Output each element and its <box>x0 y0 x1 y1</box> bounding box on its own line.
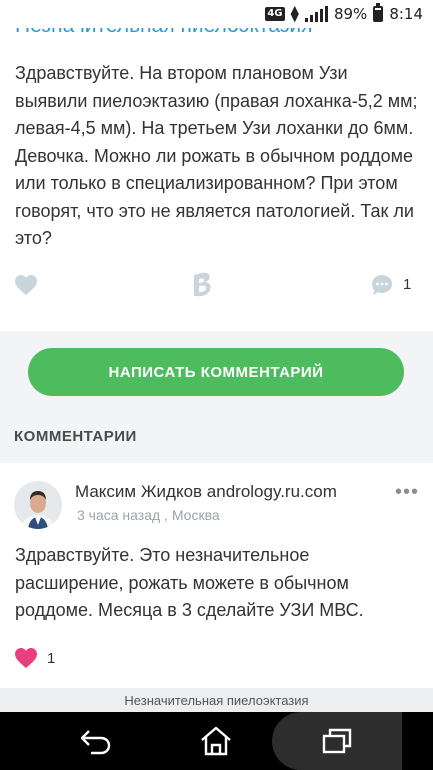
home-icon[interactable] <box>186 712 246 770</box>
back-icon[interactable] <box>66 712 126 770</box>
comment-author[interactable]: Максим Жидков andrology.ru.com <box>75 482 337 502</box>
comment-action-band: НАПИСАТЬ КОММЕНТАРИЙ КОММЕНТАРИИ <box>0 331 433 463</box>
heart-icon[interactable] <box>14 274 38 301</box>
post-body: Здравствуйте. На втором плановом Узи выя… <box>15 63 418 248</box>
like-count: 1 <box>47 650 56 667</box>
b-logo-icon[interactable] <box>190 272 214 303</box>
write-comment-button[interactable]: НАПИСАТЬ КОММЕНТАРИЙ <box>28 348 404 396</box>
status-bar: 4G ▲ ▼ 89% 8:14 <box>0 0 433 28</box>
data-activity-icon: ▲ ▼ <box>290 3 299 24</box>
clock: 8:14 <box>389 5 423 23</box>
network-type: 4G <box>265 7 285 21</box>
post-actions: 1 <box>0 266 433 306</box>
comment-card: Максим Жидков andrology.ru.com 3 часа на… <box>0 463 433 688</box>
signal-icon <box>304 6 328 22</box>
battery-percent: 89% <box>333 5 368 23</box>
comment-meta: 3 часа назад , Москва <box>77 507 220 523</box>
more-options-icon[interactable]: ••• <box>395 481 419 504</box>
page-caption: Незначительная пиелоэктазия <box>0 688 433 712</box>
comment-text: Здравствуйте. Это незначительное расшире… <box>15 545 364 620</box>
heart-icon[interactable] <box>14 647 38 674</box>
navigation-bar <box>0 712 433 770</box>
comment-count: 1 <box>403 276 412 293</box>
chat-icon[interactable] <box>370 273 394 302</box>
comments-heading: КОММЕНТАРИИ <box>14 428 137 445</box>
battery-icon <box>373 3 384 22</box>
status-icons: 4G ▲ ▼ 89% 8:14 <box>265 3 423 24</box>
recent-apps-icon[interactable] <box>272 712 402 770</box>
avatar[interactable] <box>14 481 62 529</box>
